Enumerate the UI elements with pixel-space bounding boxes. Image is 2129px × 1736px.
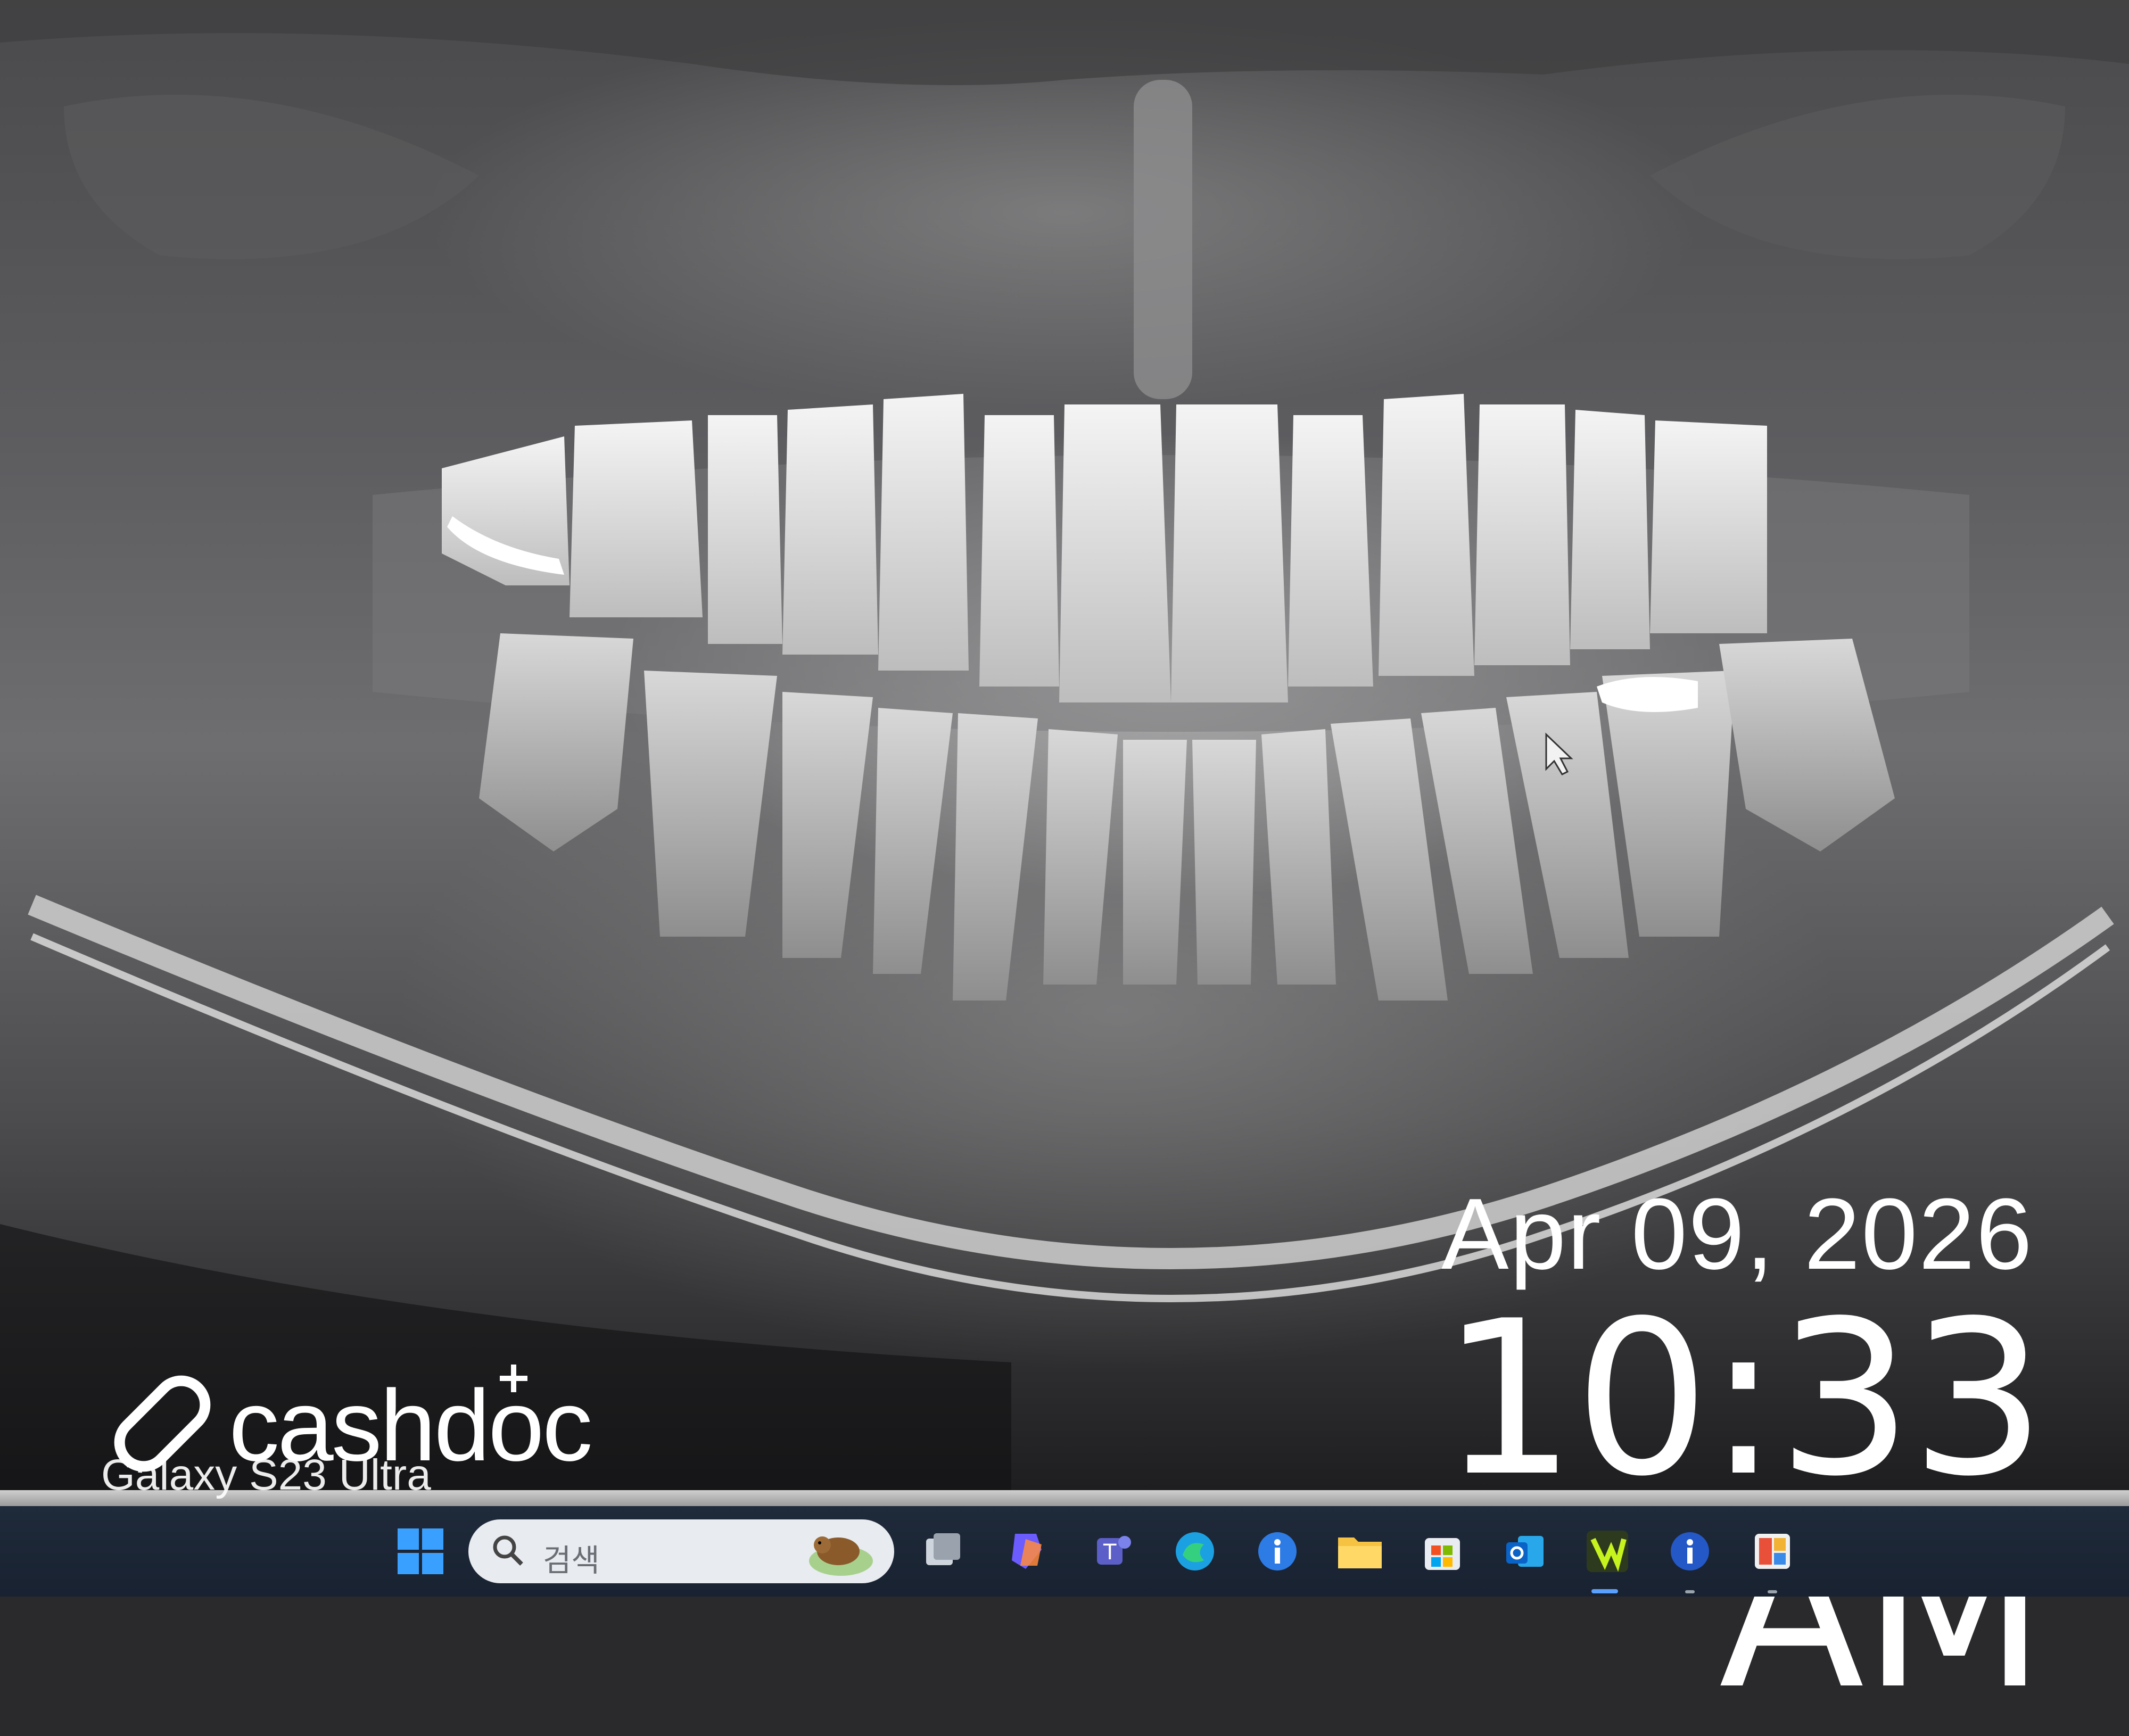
running-app-indicator [1685,1590,1695,1593]
windows-taskbar: 검색 T [0,1506,2129,1597]
taskbar-search-box[interactable]: 검색 [468,1519,894,1583]
info-app-icon[interactable] [1251,1525,1304,1578]
device-watermark: Galaxy S23 Ultra [101,1451,431,1499]
active-app-indicator [1591,1589,1618,1593]
svg-text:T: T [1103,1540,1117,1565]
edge-icon[interactable] [1168,1525,1222,1578]
gallery-app-icon[interactable] [1746,1525,1799,1578]
plus-mark-icon [500,1365,527,1392]
date-stamp: Apr 09, 2026 [1441,1178,2033,1291]
task-view-icon[interactable] [915,1525,969,1578]
beaver-doodle-icon [809,1536,873,1576]
teams-icon[interactable]: T [1086,1525,1139,1578]
search-icon [493,1535,523,1566]
file-explorer-icon[interactable] [1333,1525,1387,1578]
running-app-indicator [1768,1590,1777,1593]
microsoft-store-icon[interactable] [1416,1525,1469,1578]
info-app-2-icon[interactable] [1663,1525,1717,1578]
windows-start-icon[interactable] [394,1525,447,1578]
viva-app-icon[interactable] [1581,1525,1634,1578]
outlook-icon[interactable] [1498,1525,1552,1578]
copilot-icon[interactable] [1001,1525,1054,1578]
search-placeholder: 검색 [543,1542,600,1578]
